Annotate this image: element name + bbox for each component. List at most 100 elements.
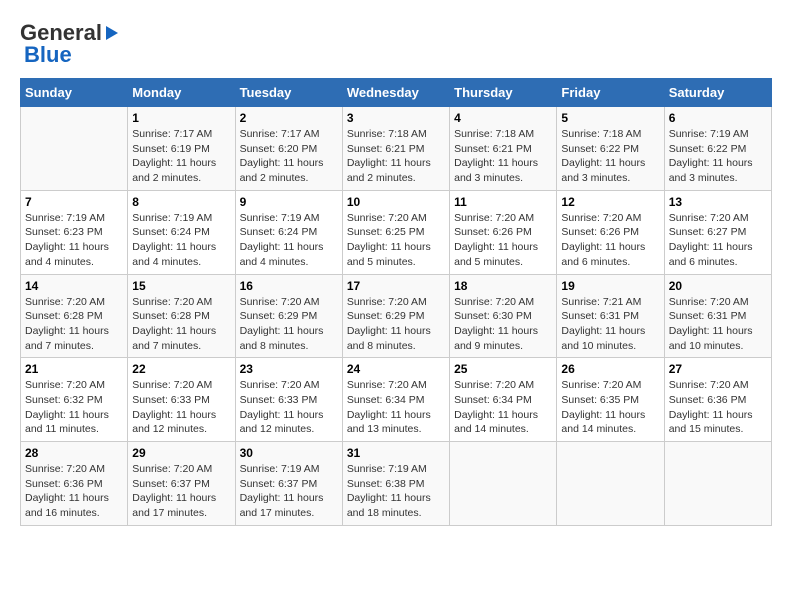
header-row: SundayMondayTuesdayWednesdayThursdayFrid… [21, 79, 772, 107]
calendar-cell: 20 Sunrise: 7:20 AM Sunset: 6:31 PM Dayl… [664, 274, 771, 358]
sunset-text: Sunset: 6:30 PM [454, 309, 552, 324]
day-header-tuesday: Tuesday [235, 79, 342, 107]
daylight-text: Daylight: 11 hours and 6 minutes. [561, 240, 659, 269]
daylight-text: Daylight: 11 hours and 4 minutes. [132, 240, 230, 269]
daylight-text: Daylight: 11 hours and 6 minutes. [669, 240, 767, 269]
daylight-text: Daylight: 11 hours and 3 minutes. [454, 156, 552, 185]
sunrise-text: Sunrise: 7:20 AM [561, 211, 659, 226]
sunrise-text: Sunrise: 7:19 AM [132, 211, 230, 226]
calendar-cell: 24 Sunrise: 7:20 AM Sunset: 6:34 PM Dayl… [342, 358, 449, 442]
day-info: Sunrise: 7:20 AM Sunset: 6:34 PM Dayligh… [347, 378, 445, 437]
sunrise-text: Sunrise: 7:20 AM [669, 211, 767, 226]
logo-blue: Blue [20, 42, 120, 68]
sunrise-text: Sunrise: 7:20 AM [132, 378, 230, 393]
daylight-text: Daylight: 11 hours and 11 minutes. [25, 408, 123, 437]
day-info: Sunrise: 7:20 AM Sunset: 6:35 PM Dayligh… [561, 378, 659, 437]
sunset-text: Sunset: 6:31 PM [561, 309, 659, 324]
sunset-text: Sunset: 6:29 PM [240, 309, 338, 324]
daylight-text: Daylight: 11 hours and 10 minutes. [669, 324, 767, 353]
daylight-text: Daylight: 11 hours and 3 minutes. [669, 156, 767, 185]
day-number: 24 [347, 362, 445, 376]
daylight-text: Daylight: 11 hours and 7 minutes. [132, 324, 230, 353]
sunrise-text: Sunrise: 7:20 AM [669, 295, 767, 310]
sunset-text: Sunset: 6:36 PM [25, 477, 123, 492]
day-info: Sunrise: 7:20 AM Sunset: 6:26 PM Dayligh… [561, 211, 659, 270]
calendar-cell: 7 Sunrise: 7:19 AM Sunset: 6:23 PM Dayli… [21, 190, 128, 274]
day-header-wednesday: Wednesday [342, 79, 449, 107]
sunset-text: Sunset: 6:31 PM [669, 309, 767, 324]
sunrise-text: Sunrise: 7:19 AM [240, 211, 338, 226]
day-number: 20 [669, 279, 767, 293]
sunset-text: Sunset: 6:20 PM [240, 142, 338, 157]
day-header-thursday: Thursday [450, 79, 557, 107]
day-info: Sunrise: 7:19 AM Sunset: 6:38 PM Dayligh… [347, 462, 445, 521]
day-info: Sunrise: 7:20 AM Sunset: 6:30 PM Dayligh… [454, 295, 552, 354]
day-info: Sunrise: 7:21 AM Sunset: 6:31 PM Dayligh… [561, 295, 659, 354]
day-number: 11 [454, 195, 552, 209]
sunrise-text: Sunrise: 7:20 AM [240, 378, 338, 393]
sunset-text: Sunset: 6:24 PM [132, 225, 230, 240]
day-number: 15 [132, 279, 230, 293]
sunrise-text: Sunrise: 7:20 AM [132, 462, 230, 477]
sunset-text: Sunset: 6:26 PM [454, 225, 552, 240]
logo: General Blue [20, 20, 120, 68]
calendar-cell: 21 Sunrise: 7:20 AM Sunset: 6:32 PM Dayl… [21, 358, 128, 442]
daylight-text: Daylight: 11 hours and 3 minutes. [561, 156, 659, 185]
sunset-text: Sunset: 6:27 PM [669, 225, 767, 240]
day-number: 9 [240, 195, 338, 209]
sunset-text: Sunset: 6:25 PM [347, 225, 445, 240]
day-header-friday: Friday [557, 79, 664, 107]
calendar-table: SundayMondayTuesdayWednesdayThursdayFrid… [20, 78, 772, 526]
sunset-text: Sunset: 6:21 PM [347, 142, 445, 157]
daylight-text: Daylight: 11 hours and 14 minutes. [561, 408, 659, 437]
sunrise-text: Sunrise: 7:20 AM [240, 295, 338, 310]
calendar-cell: 4 Sunrise: 7:18 AM Sunset: 6:21 PM Dayli… [450, 107, 557, 191]
day-header-monday: Monday [128, 79, 235, 107]
calendar-cell: 1 Sunrise: 7:17 AM Sunset: 6:19 PM Dayli… [128, 107, 235, 191]
day-number: 4 [454, 111, 552, 125]
page-header: General Blue [20, 20, 772, 68]
calendar-cell [557, 442, 664, 526]
day-number: 18 [454, 279, 552, 293]
sunrise-text: Sunrise: 7:20 AM [454, 378, 552, 393]
day-info: Sunrise: 7:19 AM Sunset: 6:24 PM Dayligh… [240, 211, 338, 270]
day-number: 30 [240, 446, 338, 460]
sunrise-text: Sunrise: 7:18 AM [454, 127, 552, 142]
sunrise-text: Sunrise: 7:17 AM [132, 127, 230, 142]
day-header-saturday: Saturday [664, 79, 771, 107]
sunrise-text: Sunrise: 7:20 AM [132, 295, 230, 310]
daylight-text: Daylight: 11 hours and 10 minutes. [561, 324, 659, 353]
day-info: Sunrise: 7:20 AM Sunset: 6:33 PM Dayligh… [240, 378, 338, 437]
calendar-cell: 31 Sunrise: 7:19 AM Sunset: 6:38 PM Dayl… [342, 442, 449, 526]
day-info: Sunrise: 7:20 AM Sunset: 6:25 PM Dayligh… [347, 211, 445, 270]
calendar-cell: 2 Sunrise: 7:17 AM Sunset: 6:20 PM Dayli… [235, 107, 342, 191]
calendar-cell: 23 Sunrise: 7:20 AM Sunset: 6:33 PM Dayl… [235, 358, 342, 442]
sunset-text: Sunset: 6:23 PM [25, 225, 123, 240]
sunrise-text: Sunrise: 7:17 AM [240, 127, 338, 142]
sunset-text: Sunset: 6:37 PM [240, 477, 338, 492]
day-number: 14 [25, 279, 123, 293]
daylight-text: Daylight: 11 hours and 16 minutes. [25, 491, 123, 520]
calendar-cell: 26 Sunrise: 7:20 AM Sunset: 6:35 PM Dayl… [557, 358, 664, 442]
sunset-text: Sunset: 6:29 PM [347, 309, 445, 324]
calendar-cell: 19 Sunrise: 7:21 AM Sunset: 6:31 PM Dayl… [557, 274, 664, 358]
day-info: Sunrise: 7:19 AM Sunset: 6:37 PM Dayligh… [240, 462, 338, 521]
daylight-text: Daylight: 11 hours and 9 minutes. [454, 324, 552, 353]
calendar-cell: 14 Sunrise: 7:20 AM Sunset: 6:28 PM Dayl… [21, 274, 128, 358]
sunrise-text: Sunrise: 7:20 AM [454, 211, 552, 226]
day-number: 3 [347, 111, 445, 125]
calendar-cell: 15 Sunrise: 7:20 AM Sunset: 6:28 PM Dayl… [128, 274, 235, 358]
day-info: Sunrise: 7:18 AM Sunset: 6:21 PM Dayligh… [454, 127, 552, 186]
sunset-text: Sunset: 6:38 PM [347, 477, 445, 492]
calendar-cell: 25 Sunrise: 7:20 AM Sunset: 6:34 PM Dayl… [450, 358, 557, 442]
sunset-text: Sunset: 6:33 PM [240, 393, 338, 408]
day-number: 12 [561, 195, 659, 209]
calendar-cell: 30 Sunrise: 7:19 AM Sunset: 6:37 PM Dayl… [235, 442, 342, 526]
sunset-text: Sunset: 6:32 PM [25, 393, 123, 408]
sunrise-text: Sunrise: 7:20 AM [25, 378, 123, 393]
daylight-text: Daylight: 11 hours and 2 minutes. [240, 156, 338, 185]
calendar-cell [664, 442, 771, 526]
day-number: 5 [561, 111, 659, 125]
day-number: 29 [132, 446, 230, 460]
sunset-text: Sunset: 6:24 PM [240, 225, 338, 240]
